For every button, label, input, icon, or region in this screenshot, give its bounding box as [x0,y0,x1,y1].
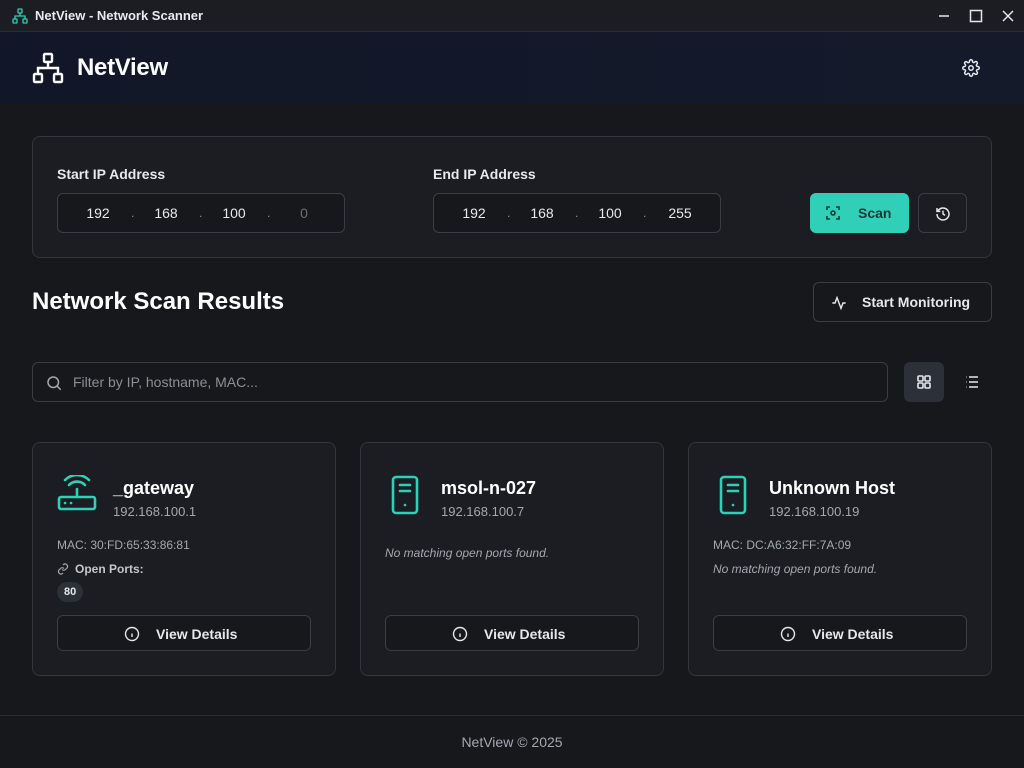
filter-search[interactable] [32,362,888,402]
octet-separator: . [507,206,511,220]
close-icon [1002,10,1014,22]
open-ports-label: Open Ports: [75,562,144,576]
device-hostname: Unknown Host [769,478,895,498]
scan-button[interactable]: Scan [810,193,909,233]
end-ip-octet-3[interactable]: 100 [588,205,632,221]
network-icon [12,8,28,24]
start-ip-octet-2[interactable]: 168 [144,205,188,221]
server-icon [719,475,747,515]
close-button[interactable] [996,4,1020,28]
view-details-label: View Details [484,626,566,642]
start-ip-octet-4[interactable]: 0 [282,205,326,221]
start-monitoring-label: Start Monitoring [862,294,971,310]
footer-copyright: NetView © 2025 [461,734,563,750]
list-icon [966,376,978,388]
device-mac: MAC: 30:FD:65:33:86:81 [57,538,190,552]
device-ip: 192.168.100.1 [113,504,197,519]
device-ip: 192.168.100.7 [441,504,525,519]
device-card: _gateway 192.168.100.1 MAC: 30:FD:65:33:… [32,442,336,676]
view-details-button[interactable]: View Details [385,615,639,651]
octet-separator: . [267,206,271,220]
maximize-icon [969,9,983,23]
grid-view-button[interactable] [904,362,944,402]
gear-icon[interactable] [962,59,980,77]
info-icon [452,626,468,642]
search-icon [47,376,62,391]
device-hostname: _gateway [113,478,195,498]
grid-icon [917,375,931,389]
octet-separator: . [643,206,647,220]
device-card: Unknown Host 192.168.100.19 MAC: DC:A6:3… [688,442,992,676]
link-icon [57,563,69,575]
start-ip-label: Start IP Address [57,166,166,182]
network-icon [32,52,64,84]
maximize-button[interactable] [964,4,988,28]
app-brand: NetView [77,54,168,81]
router-icon [57,475,97,511]
device-hostname: msol-n-027 [441,478,537,498]
list-view-button[interactable] [952,362,992,402]
minimize-icon [939,15,949,17]
results-title: Network Scan Results [32,288,285,315]
server-icon [391,475,419,515]
start-ip-octet-1[interactable]: 192 [76,205,120,221]
view-details-button[interactable]: View Details [57,615,311,651]
octet-separator: . [131,206,135,220]
octet-separator: . [199,206,203,220]
scan-icon [826,206,840,220]
minimize-button[interactable] [932,4,956,28]
app-footer: NetView © 2025 [0,715,1024,768]
history-button[interactable] [918,193,967,233]
end-ip-octet-1[interactable]: 192 [452,205,496,221]
history-icon [936,207,950,221]
end-ip-label: End IP Address [433,166,536,182]
octet-separator: . [575,206,579,220]
app-header: NetView [0,32,1024,104]
window-titlebar: NetView - Network Scanner [0,0,1024,32]
end-ip-octet-2[interactable]: 168 [520,205,564,221]
scan-button-label: Scan [858,205,892,221]
start-ip-input[interactable]: 192 . 168 . 100 . 0 [57,193,345,233]
info-icon [124,626,140,642]
view-details-label: View Details [812,626,894,642]
view-details-button[interactable]: View Details [713,615,967,651]
end-ip-input[interactable]: 192 . 168 . 100 . 255 [433,193,721,233]
view-details-label: View Details [156,626,238,642]
activity-icon [832,295,846,311]
info-icon [780,626,796,642]
filter-input[interactable] [73,372,873,392]
start-monitoring-button[interactable]: Start Monitoring [813,282,992,322]
device-ip: 192.168.100.19 [769,504,860,519]
start-ip-octet-3[interactable]: 100 [212,205,256,221]
scan-range-panel: Start IP Address 192 . 168 . 100 . 0 End… [32,136,992,258]
no-ports-note: No matching open ports found. [385,546,550,560]
window-title: NetView - Network Scanner [35,8,204,23]
device-card: msol-n-027 192.168.100.7 No matching ope… [360,442,664,676]
no-ports-note: No matching open ports found. [713,562,878,576]
device-mac: MAC: DC:A6:32:FF:7A:09 [713,538,852,552]
port-badge: 80 [57,582,84,602]
end-ip-octet-4[interactable]: 255 [658,205,702,221]
